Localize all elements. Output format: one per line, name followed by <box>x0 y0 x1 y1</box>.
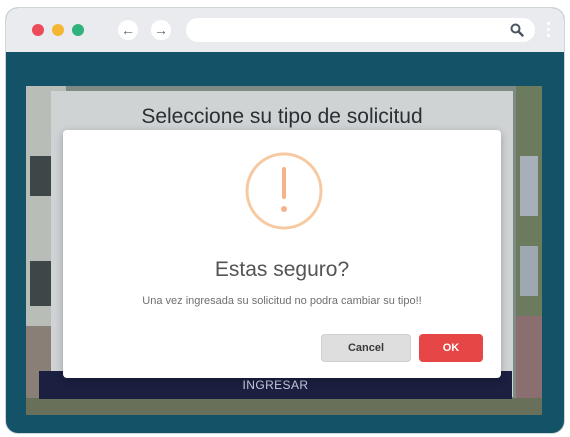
page-title: Seleccione su tipo de solicitud <box>141 105 423 128</box>
dialog-title: Estas seguro? <box>214 258 350 281</box>
browser-menu-icon[interactable] <box>547 20 551 40</box>
browser-toolbar: ← → <box>6 8 564 52</box>
minimize-window-button[interactable] <box>52 24 64 36</box>
address-bar[interactable] <box>186 18 535 42</box>
back-arrow-icon[interactable]: ← <box>118 20 138 40</box>
dialog-message: Una vez ingresada su solicitud no podra … <box>142 295 422 307</box>
browser-window: ← → Seleccione su tipo de solicitud INGR… <box>6 8 564 433</box>
ok-button[interactable]: OK <box>419 334 483 362</box>
page-viewport: Seleccione su tipo de solicitud INGRESAR… <box>26 86 542 415</box>
close-window-button[interactable] <box>32 24 44 36</box>
cancel-button[interactable]: Cancel <box>321 334 411 362</box>
confirmation-dialog: Estas seguro? Una vez ingresada su solic… <box>63 130 501 378</box>
warning-icon <box>245 152 323 230</box>
search-icon[interactable] <box>509 22 525 38</box>
maximize-window-button[interactable] <box>72 24 84 36</box>
forward-arrow-icon[interactable]: → <box>151 20 171 40</box>
